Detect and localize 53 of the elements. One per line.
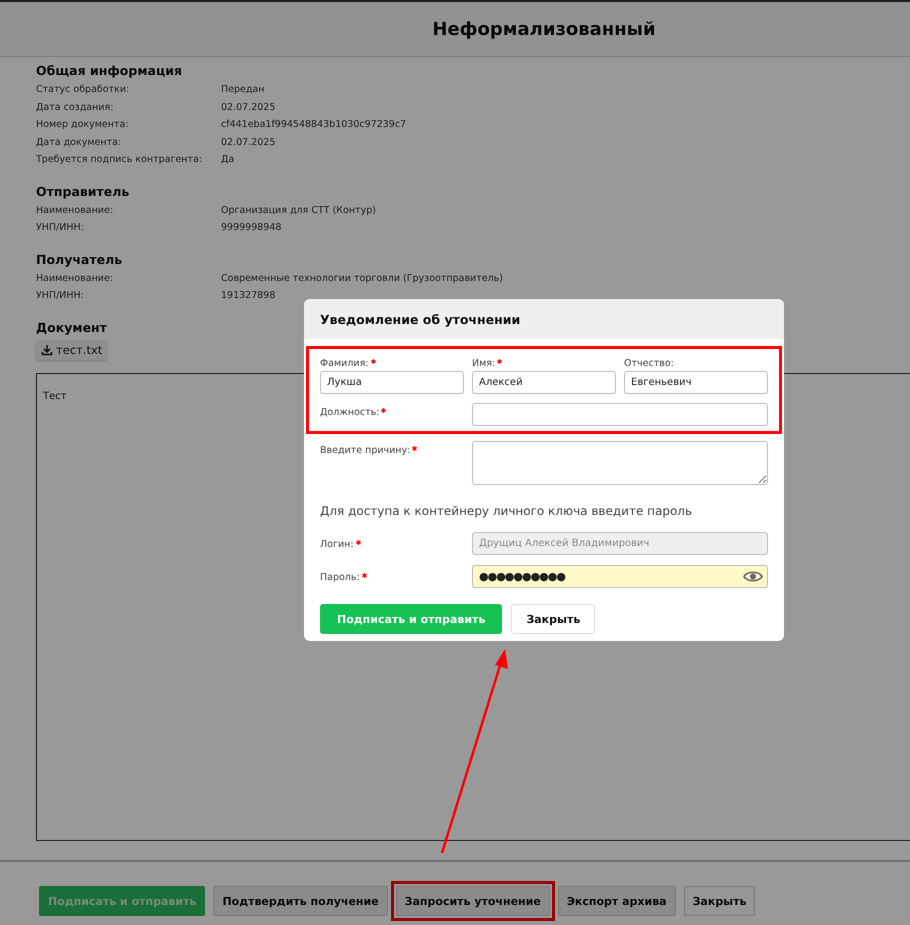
action-button[interactable]: Запросить уточнение (396, 886, 550, 916)
info-value: Да (221, 154, 234, 166)
file-download-button[interactable]: тест.txt (36, 340, 108, 360)
text-field[interactable]: Евгеньевич (624, 371, 768, 394)
info-value: Современные технологии торговли (Грузоотправитель) (221, 272, 503, 284)
info-label: УНП/ИНН: (36, 290, 85, 302)
info-label: Дата документа: (36, 136, 122, 148)
dialog-title: Уведомление об уточнении (320, 312, 520, 326)
required-icon (381, 408, 386, 413)
field-label: Должность: (320, 407, 380, 418)
info-value: 9999998948 (221, 222, 282, 234)
info-label: Требуется подпись контрагента: (36, 154, 204, 166)
info-label: Наименование: (36, 272, 114, 284)
eye-icon[interactable] (743, 570, 763, 583)
required-icon (497, 359, 502, 364)
section-title: Получатель (36, 252, 122, 266)
text-field[interactable]: Алексей (472, 371, 616, 394)
text-field[interactable]: Лукша (320, 371, 464, 394)
action-button[interactable]: Закрыть (684, 886, 756, 916)
required-icon (362, 573, 367, 578)
text-field[interactable] (472, 403, 768, 426)
reason-field[interactable] (472, 441, 768, 485)
info-value: Передан (221, 84, 264, 96)
field-label: Логин: (320, 539, 354, 550)
info-label: Дата создания: (36, 102, 114, 113)
info-value: cf441eba1f994548843b1030c97239c7 (221, 119, 406, 130)
info-label: Наименование: (36, 204, 114, 216)
password-field[interactable]: ●●●●●●●●●● (472, 565, 768, 588)
field-label: Фамилия: (320, 358, 369, 369)
info-label: Статус обработки: (36, 84, 130, 96)
section-title: Документ (36, 320, 107, 334)
section-title: Общая информация (36, 63, 182, 78)
info-value: Организация для СТТ (Контур) (221, 204, 376, 216)
action-button[interactable]: Подтвердить получение (213, 886, 388, 916)
field-label: Пароль: (320, 572, 360, 583)
info-value: 02.07.2025 (221, 136, 276, 148)
field-label: Имя: (472, 358, 496, 369)
download-icon (41, 344, 53, 356)
info-value: 191327898 (221, 290, 276, 302)
field-label: Отчество: (624, 358, 674, 369)
required-icon (356, 540, 361, 545)
required-icon (412, 446, 418, 451)
field-label: Введите причину: (320, 445, 410, 456)
dialog-button[interactable]: Закрыть (511, 604, 596, 634)
info-label: УНП/ИНН: (36, 222, 85, 234)
action-button[interactable]: Экспорт архива (558, 886, 676, 916)
section-title: Отправитель (36, 184, 130, 198)
info-label: Номер документа: (36, 119, 130, 130)
document-text: Тест (43, 390, 67, 402)
section-title: Для доступа к контейнеру личного ключа введите пароль (320, 504, 694, 518)
required-icon (370, 359, 376, 364)
info-value: 02.07.2025 (221, 102, 276, 113)
page-title: Неформализованный (432, 18, 656, 40)
